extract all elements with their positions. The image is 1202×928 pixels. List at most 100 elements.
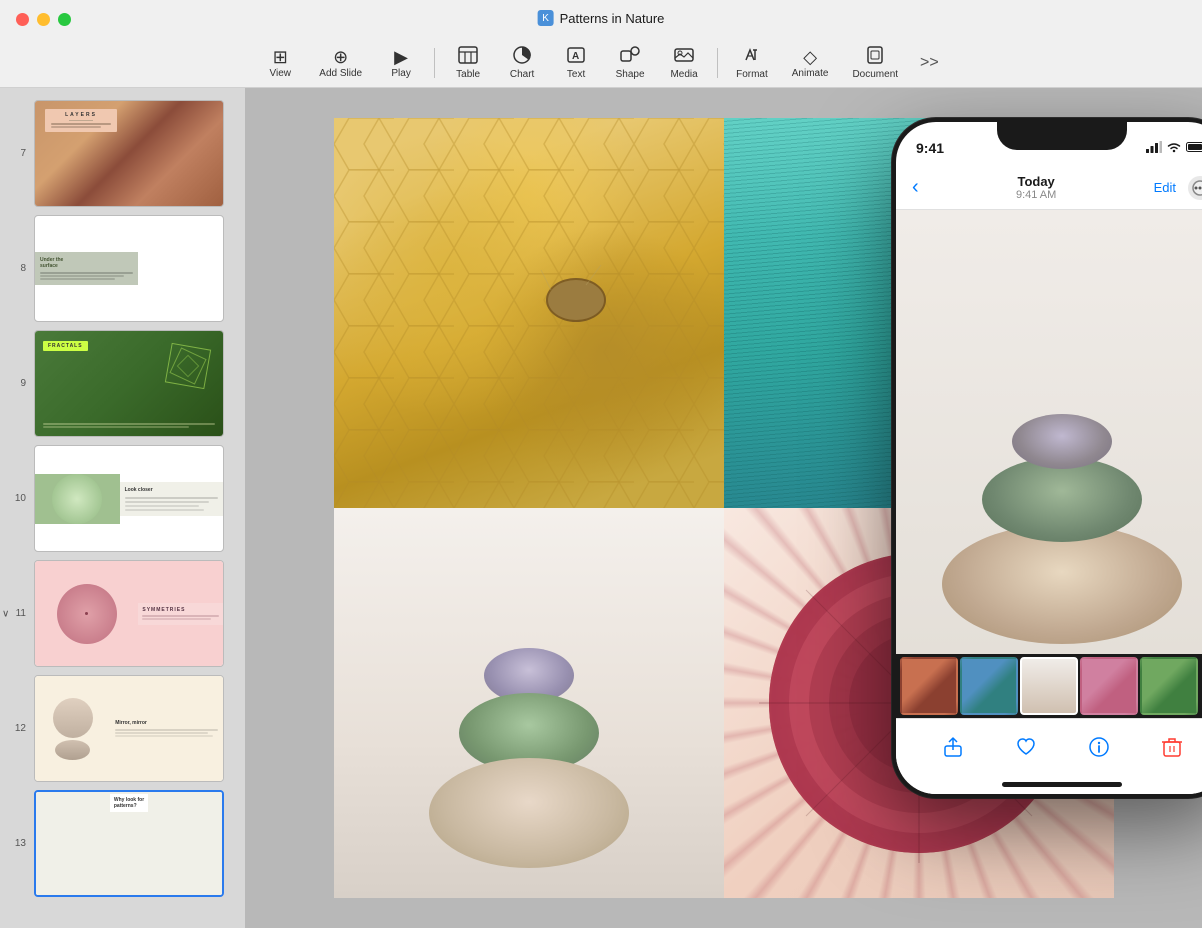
- media-label: Media: [670, 69, 697, 80]
- slide-panel[interactable]: 7 LAYERS 8 Under thesur: [0, 88, 245, 928]
- play-label: Play: [391, 68, 410, 79]
- shape-icon: [620, 46, 640, 67]
- slide-item[interactable]: ∨ 11 SYMMETRIES: [0, 556, 245, 671]
- add-slide-icon: ⊕: [333, 48, 348, 66]
- svg-text:A: A: [572, 51, 579, 62]
- slide-item[interactable]: 9 FRACTALS: [0, 326, 245, 441]
- keynote-icon: K: [538, 10, 554, 26]
- slide-item[interactable]: 7 LAYERS: [0, 96, 245, 211]
- iphone-nav-title: Today 9:41 AM: [1016, 174, 1056, 201]
- table-icon: [458, 46, 478, 67]
- document-label: Document: [852, 69, 898, 80]
- thumbnail-5[interactable]: [1140, 657, 1198, 715]
- thumbnail-1[interactable]: [900, 657, 958, 715]
- iphone-back-button[interactable]: ‹: [912, 176, 919, 199]
- toolbar-document[interactable]: Document: [842, 42, 908, 84]
- main-layout: 7 LAYERS 8 Under thesur: [0, 88, 1202, 928]
- slide-item[interactable]: 12 Mirror, mirror: [0, 671, 245, 786]
- view-icon: ⊞: [273, 48, 288, 66]
- animate-label: Animate: [792, 68, 829, 79]
- iphone-thumbnail-strip[interactable]: [896, 654, 1202, 718]
- animate-icon: ◇: [803, 48, 817, 66]
- toolbar-text[interactable]: A Text: [551, 42, 601, 84]
- window-title: K Patterns in Nature: [538, 10, 665, 26]
- iphone-screen: 9:41: [896, 122, 1202, 794]
- slide-item[interactable]: 10 Look closer: [0, 441, 245, 556]
- slide-image-urchins: [334, 508, 724, 898]
- maximize-button[interactable]: [58, 13, 71, 26]
- iphone-nav-actions: Edit: [1154, 176, 1202, 200]
- slide-number: 7: [8, 148, 26, 159]
- view-label: View: [270, 68, 292, 79]
- iphone-urchin-stack: [942, 414, 1182, 644]
- document-icon: [865, 46, 885, 67]
- table-label: Table: [456, 69, 480, 80]
- toolbar-format[interactable]: Format: [726, 42, 778, 84]
- window-controls[interactable]: [16, 13, 71, 26]
- close-button[interactable]: [16, 13, 29, 26]
- slide-item-active[interactable]: 13 Why look forpatterns?: [0, 786, 245, 901]
- slide-thumbnail[interactable]: Why look forpatterns?: [34, 790, 224, 897]
- toolbar-table[interactable]: Table: [443, 42, 493, 84]
- share-button[interactable]: [937, 731, 969, 763]
- wifi-icon: [1166, 141, 1182, 156]
- slide-thumbnail[interactable]: Mirror, mirror: [34, 675, 224, 782]
- canvas-area[interactable]: 9:41: [245, 88, 1202, 928]
- play-icon: ▶: [394, 48, 408, 66]
- toolbar-animate[interactable]: ◇ Animate: [782, 44, 839, 83]
- slide-number: 8: [8, 263, 26, 274]
- toolbar-play[interactable]: ▶ Play: [376, 44, 426, 83]
- slide-thumbnail[interactable]: Under thesurface: [34, 215, 224, 322]
- slide-number: 13: [8, 838, 26, 849]
- home-bar: [1002, 782, 1122, 787]
- urchin-middle: [982, 457, 1142, 542]
- text-label: Text: [567, 69, 585, 80]
- favorite-button[interactable]: [1010, 731, 1042, 763]
- text-icon: A: [566, 46, 586, 67]
- add-slide-label: Add Slide: [319, 68, 362, 79]
- format-icon: [742, 46, 762, 67]
- toolbar: ⊞ View ⊕ Add Slide ▶ Play Table: [243, 40, 958, 87]
- signal-icon: [1146, 141, 1162, 156]
- format-label: Format: [736, 69, 768, 80]
- slide-thumbnail[interactable]: Look closer: [34, 445, 224, 552]
- iphone-home-indicator: [896, 774, 1202, 794]
- thumbnail-4[interactable]: [1080, 657, 1138, 715]
- slide-image-honeycomb: [334, 118, 724, 508]
- urchin-top: [1012, 414, 1112, 469]
- slide-item[interactable]: 8 Under thesurface: [0, 211, 245, 326]
- media-icon: [674, 46, 694, 67]
- delete-button[interactable]: [1156, 731, 1188, 763]
- slide-number: 9: [8, 378, 26, 389]
- slide-number: 11: [8, 608, 26, 619]
- toolbar-view[interactable]: ⊞ View: [255, 44, 305, 83]
- title-bar: K Patterns in Nature ⊞ View ⊕ Add Slide …: [0, 0, 1202, 88]
- toolbar-shape[interactable]: Shape: [605, 42, 655, 84]
- toolbar-media[interactable]: Media: [659, 42, 709, 84]
- toolbar-more-button[interactable]: >>: [912, 50, 947, 76]
- slide-thumbnail[interactable]: LAYERS: [34, 100, 224, 207]
- slide-number: 10: [8, 493, 26, 504]
- slide-thumbnail[interactable]: FRACTALS: [34, 330, 224, 437]
- slide-number: 12: [8, 723, 26, 734]
- urchin-bottom: [942, 524, 1182, 644]
- iphone-time: 9:41: [916, 140, 944, 156]
- toolbar-add-slide[interactable]: ⊕ Add Slide: [309, 44, 372, 83]
- slide-thumbnail[interactable]: SYMMETRIES: [34, 560, 224, 667]
- thumbnail-2[interactable]: [960, 657, 1018, 715]
- chart-label: Chart: [510, 69, 534, 80]
- iphone-more-button[interactable]: [1188, 176, 1202, 200]
- minimize-button[interactable]: [37, 13, 50, 26]
- group-arrow: ∨: [2, 608, 9, 619]
- battery-icon: [1186, 141, 1202, 156]
- toolbar-sep-1: [434, 48, 435, 78]
- toolbar-chart[interactable]: Chart: [497, 42, 547, 84]
- thumbnail-3-selected[interactable]: [1020, 657, 1078, 715]
- iphone-edit-button[interactable]: Edit: [1154, 180, 1176, 195]
- iphone-device: 9:41: [892, 118, 1202, 798]
- iphone-main-photo: [896, 210, 1202, 654]
- iphone-notch: [997, 122, 1127, 150]
- info-button[interactable]: [1083, 731, 1115, 763]
- chart-icon: [512, 46, 532, 67]
- iphone-photo-toolbar: [896, 718, 1202, 774]
